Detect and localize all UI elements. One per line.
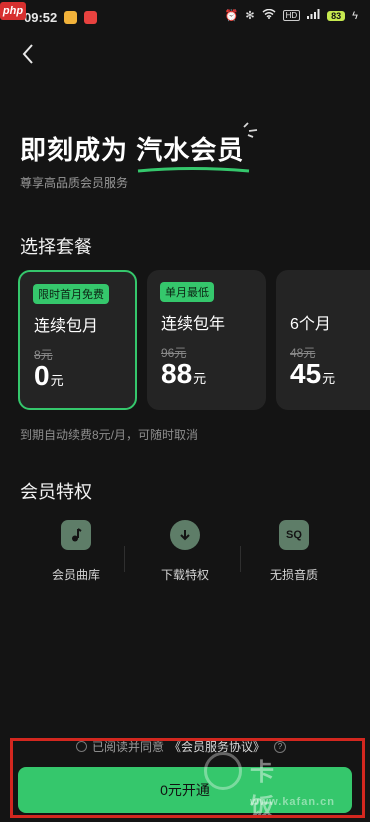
hero-title: 即刻成为 汽水会员: [20, 122, 258, 173]
plan-price: 0元: [34, 360, 64, 391]
plans-section-title: 选择套餐: [20, 237, 92, 257]
hero-subtitle: 尊享高品质会员服务: [20, 176, 129, 190]
download-icon: [170, 520, 200, 550]
underline-swoosh-icon: [138, 167, 250, 173]
php-logo: php: [0, 2, 26, 20]
plan-tag: 单月最低: [160, 282, 214, 302]
sparkle-icon: [243, 122, 258, 138]
plan-card-six-months[interactable]: 6个月 48元 45元: [276, 270, 370, 410]
bluetooth-icon: ✻: [245, 10, 255, 22]
perk-item-download: 下载特权: [135, 520, 235, 583]
sq-quality-icon: SQ: [279, 520, 309, 550]
agreement-prefix: 已阅读并同意: [92, 740, 165, 754]
music-note-icon: [61, 520, 91, 550]
plan-list: 限时首月免费 连续包月 8元 0元 单月最低 连续包年 96元 88元 6个月 …: [18, 270, 370, 410]
status-indicators: ⏰ ✻ HD 83 ϟ: [224, 8, 358, 22]
perk-item-library: 会员曲库: [26, 520, 126, 583]
perks-section-title: 会员特权: [20, 482, 92, 502]
plan-card-yearly[interactable]: 单月最低 连续包年 96元 88元: [147, 270, 266, 410]
hero-title-highlight: 汽水会员: [136, 122, 258, 173]
perks-list: 会员曲库 下载特权 SQ 无损音质: [0, 520, 370, 590]
hero-title-prefix: 即刻成为: [20, 135, 129, 165]
perk-divider: [240, 546, 241, 572]
watermark-brand: 卡饭网: [250, 759, 277, 821]
status-time: 09:52: [24, 9, 58, 25]
alarm-icon: ⏰: [224, 10, 239, 22]
plan-name: 连续包年: [161, 316, 226, 333]
plan-name: 连续包月: [34, 318, 99, 335]
watermark-url: www.kafan.cn: [250, 796, 335, 808]
perk-label: 会员曲库: [51, 568, 100, 582]
hd-badge: HD: [282, 10, 301, 21]
chevron-left-icon: [22, 44, 33, 64]
auto-renew-note: 到期自动续费8元/月，可随时取消: [20, 428, 199, 442]
battery-indicator: 83: [327, 10, 346, 21]
agreement-radio[interactable]: [76, 741, 87, 752]
status-bar: php 09:52 ⏰ ✻ HD 83 ϟ: [0, 0, 370, 34]
back-button[interactable]: [16, 40, 40, 68]
help-icon[interactable]: ?: [274, 740, 287, 753]
signal-icon: [307, 9, 320, 22]
perk-item-lossless: SQ 无损音质: [244, 520, 344, 583]
plan-card-monthly[interactable]: 限时首月免费 连续包月 8元 0元: [18, 270, 137, 410]
wifi-icon: [262, 8, 276, 22]
notification-video-icon: [84, 10, 98, 24]
perk-label: 无损音质: [269, 568, 318, 582]
watermark-logo-icon: [204, 752, 242, 790]
plan-price: 45元: [290, 358, 336, 389]
perk-divider: [124, 546, 125, 572]
plan-name: 6个月: [290, 316, 331, 333]
perk-label: 下载特权: [160, 568, 209, 582]
notification-app-icon: [64, 10, 78, 24]
plan-price: 88元: [161, 358, 207, 389]
plan-tag: 限时首月免费: [33, 284, 109, 304]
charging-icon: ϟ: [352, 9, 358, 22]
